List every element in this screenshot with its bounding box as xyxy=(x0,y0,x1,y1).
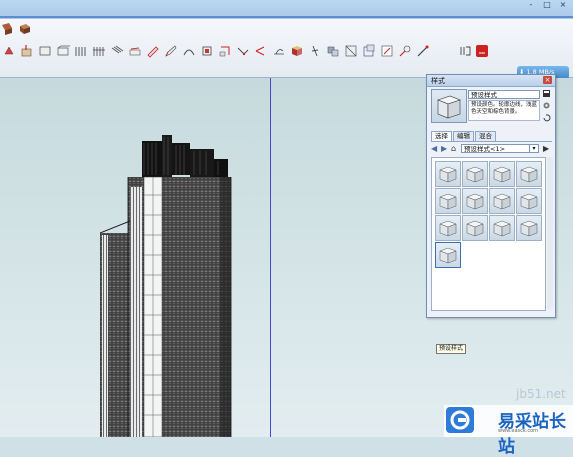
title-bar-line xyxy=(0,16,573,18)
thumbnails-scrollbar[interactable] xyxy=(547,157,553,309)
cube-color-icon[interactable] xyxy=(290,44,304,58)
style-thumbnail[interactable] xyxy=(516,215,542,241)
panel-close-button[interactable]: × xyxy=(543,76,552,84)
text-icon[interactable] xyxy=(398,44,412,58)
style-side-actions xyxy=(542,89,552,125)
eraser-icon[interactable] xyxy=(146,44,160,58)
styles-panel-title: 样式 xyxy=(431,77,445,85)
collection-select[interactable]: 预设样式<1> ▾ xyxy=(461,144,539,153)
blue-axis-line xyxy=(270,78,271,437)
title-bar: - □ × xyxy=(0,0,573,20)
watermark-url: jb51.net xyxy=(516,387,566,401)
style-thumbnail[interactable] xyxy=(435,188,461,214)
minimize-button[interactable]: - xyxy=(525,0,537,10)
refresh-icon[interactable] xyxy=(542,113,551,122)
style-thumbnail[interactable] xyxy=(489,215,515,241)
walk-icon[interactable] xyxy=(308,44,322,58)
collection-select-value: 预设样式<1> xyxy=(464,145,506,153)
toolbar-row-2 xyxy=(2,44,434,58)
watermark-subtitle: www.easck.com xyxy=(498,428,539,434)
section-icon[interactable] xyxy=(344,44,358,58)
styles-panel: 样式 × 预设样式 预设颜色。轮廓边线，浅蓝色天空和棕色背景。 选择 编辑 混合… xyxy=(426,74,556,354)
camera-icon[interactable] xyxy=(362,44,376,58)
style-name-field[interactable]: 预设样式 xyxy=(468,90,540,99)
protractor-icon[interactable] xyxy=(272,44,286,58)
thumbnail-tooltip: 预设样式 xyxy=(436,344,467,354)
offset-icon[interactable] xyxy=(200,44,214,58)
style-thumbnail[interactable] xyxy=(462,215,488,241)
layer-icon[interactable] xyxy=(326,44,340,58)
building-model xyxy=(100,135,232,437)
maximize-button[interactable]: □ xyxy=(541,0,553,10)
export-icon[interactable] xyxy=(475,44,489,58)
tape-icon[interactable] xyxy=(254,44,268,58)
stack-icon[interactable] xyxy=(110,44,124,58)
rotate-icon[interactable] xyxy=(2,44,16,58)
save-style-icon[interactable] xyxy=(542,89,551,98)
tab-mix[interactable]: 混合 xyxy=(475,131,496,141)
component-icon[interactable] xyxy=(18,22,32,36)
style-preview xyxy=(431,89,467,123)
style-thumbnail[interactable] xyxy=(489,161,515,187)
style-settings-icon[interactable] xyxy=(542,101,551,110)
arc-icon[interactable] xyxy=(182,44,196,58)
style-thumbnail[interactable] xyxy=(435,242,461,268)
tab-select[interactable]: 选择 xyxy=(431,131,452,141)
tab-edit[interactable]: 编辑 xyxy=(453,131,474,141)
paint-bucket-icon[interactable] xyxy=(128,44,142,58)
style-thumbnails-grid: 预设样式 xyxy=(431,157,546,354)
style-thumbnail[interactable] xyxy=(435,161,461,187)
select-icon[interactable] xyxy=(0,22,14,36)
forward-arrow-icon[interactable]: ▶ xyxy=(441,144,449,153)
style-thumbnail[interactable] xyxy=(516,188,542,214)
home-icon[interactable]: ⌂ xyxy=(451,144,459,153)
styles-panel-titlebar[interactable]: 样式 × xyxy=(427,75,555,87)
back-arrow-icon[interactable]: ◀ xyxy=(431,144,439,153)
close-window-button[interactable]: × xyxy=(557,0,569,10)
pencil-icon[interactable] xyxy=(164,44,178,58)
site-watermark: jb51.net 易采站长站 www.easck.com xyxy=(442,387,573,457)
line-tool-icon[interactable] xyxy=(236,44,250,58)
toolbar: ⬇ 1.8 MB/s xyxy=(0,19,573,79)
styles-tabs: 选择 编辑 混合 xyxy=(431,131,552,142)
scale-icon[interactable] xyxy=(380,44,394,58)
push-pull-icon[interactable] xyxy=(20,44,34,58)
cube-solid-icon[interactable] xyxy=(74,44,88,58)
style-thumbnail[interactable] xyxy=(462,188,488,214)
style-thumbnail[interactable] xyxy=(516,161,542,187)
move-icon[interactable] xyxy=(218,44,232,58)
fence-icon[interactable] xyxy=(92,44,106,58)
style-header: 预设样式 预设颜色。轮廓边线，浅蓝色天空和棕色背景。 xyxy=(431,89,552,129)
toolbar-row-1 xyxy=(0,22,36,36)
cube-wire-icon[interactable] xyxy=(56,44,70,58)
style-description-field[interactable]: 预设颜色。轮廓边线，浅蓝色天空和棕色背景。 xyxy=(468,100,540,121)
box-icon[interactable] xyxy=(38,44,52,58)
chevron-down-icon: ▾ xyxy=(529,145,538,152)
style-thumbnail[interactable] xyxy=(462,161,488,187)
window-controls: - □ × xyxy=(525,0,569,10)
style-thumbnail[interactable] xyxy=(489,188,515,214)
preview-cube-icon xyxy=(437,95,461,119)
details-arrow-icon[interactable]: ▶ xyxy=(543,144,551,153)
collection-nav: ◀ ▶ ⌂ 预设样式<1> ▾ ▶ xyxy=(431,144,552,154)
watermark-logo-icon xyxy=(446,407,474,433)
mark-icon[interactable] xyxy=(416,44,430,58)
style-thumbnail[interactable] xyxy=(435,215,461,241)
dimension-icon[interactable] xyxy=(459,44,473,58)
